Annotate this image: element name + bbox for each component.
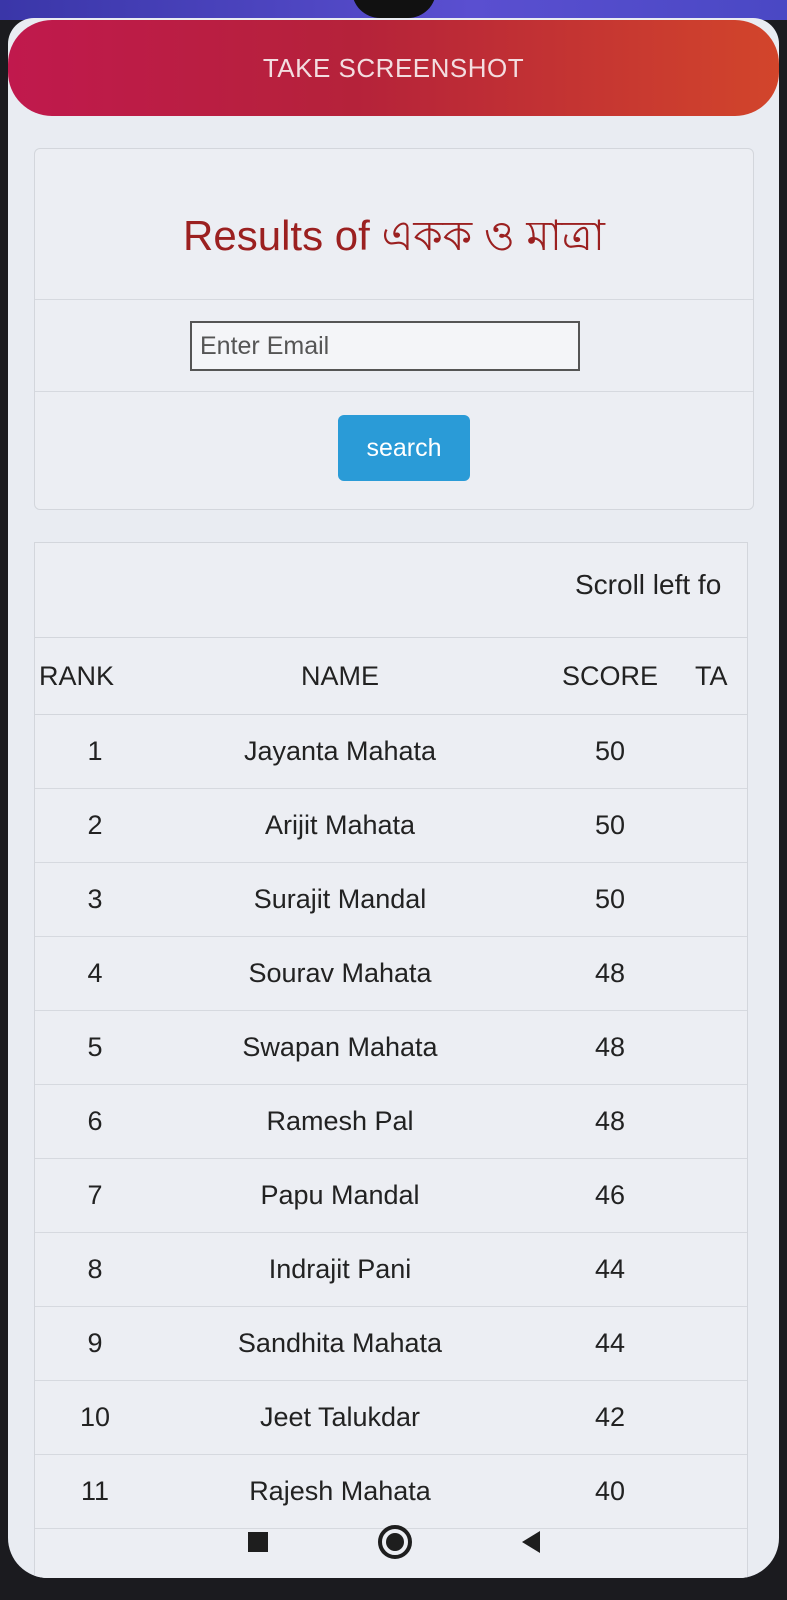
scroll-hint: Scroll left fo	[575, 569, 722, 600]
cell-name: Arijit Mahata	[264, 809, 416, 840]
table-row: 2 Arijit Mahata 50	[35, 788, 747, 863]
header-rank: RANK	[39, 660, 115, 691]
cell-rank: 2	[87, 809, 103, 840]
table-row: 10 Jeet Talukdar 42	[35, 1380, 747, 1455]
search-card: Results of একক ও মাত্রা search	[34, 148, 754, 510]
cell-name: Swapan Mahata	[242, 1031, 438, 1062]
header-score: SCORE	[561, 660, 659, 691]
cell-rank: 4	[87, 957, 103, 988]
cell-rank: 8	[87, 1253, 103, 1284]
cell-name: Sourav Mahata	[248, 957, 432, 988]
email-input[interactable]	[190, 321, 580, 371]
results-table[interactable]: Scroll left fo RANK NAME SCORE TA 1 Jayan…	[34, 542, 748, 1578]
back-triangle-icon[interactable]	[521, 1531, 540, 1553]
system-nav-bar	[8, 1506, 779, 1578]
table-row: 3 Surajit Mandal 50	[35, 862, 747, 937]
table-row: 5 Swapan Mahata 48	[35, 1010, 747, 1085]
cell-rank: 1	[87, 735, 103, 766]
cell-rank: 3	[87, 883, 103, 914]
recents-square-icon[interactable]	[247, 1532, 268, 1552]
cell-rank: 7	[87, 1179, 103, 1210]
cell-rank: 9	[87, 1327, 103, 1358]
app-screen: TAKE SCREENSHOT Results of একক ও মাত্রা …	[8, 18, 779, 1578]
header-name: NAME	[300, 660, 379, 691]
take-screenshot-button[interactable]: TAKE SCREENSHOT	[8, 20, 779, 116]
cell-name: Papu Mandal	[260, 1179, 420, 1210]
cell-score: 44	[594, 1327, 626, 1358]
cell-score: 42	[594, 1401, 626, 1432]
cell-name: Surajit Mandal	[253, 883, 427, 914]
cell-rank: 5	[87, 1031, 103, 1062]
cell-name: Jayanta Mahata	[243, 735, 437, 766]
cell-score: 48	[594, 1105, 626, 1136]
cell-name: Jeet Talukdar	[259, 1401, 421, 1432]
cell-score: 50	[594, 809, 626, 840]
table-row: 1 Jayanta Mahata 50	[35, 714, 747, 789]
cell-score: 46	[594, 1179, 626, 1210]
cell-name: Sandhita Mahata	[237, 1327, 443, 1358]
cell-score: 48	[594, 957, 626, 988]
cell-score: 44	[594, 1253, 626, 1284]
table-row: 8 Indrajit Pani 44	[35, 1232, 747, 1307]
cell-score: 48	[594, 1031, 626, 1062]
cell-name: Ramesh Pal	[266, 1105, 414, 1136]
cell-rank: 6	[87, 1105, 103, 1136]
table-row: 9 Sandhita Mahata 44	[35, 1306, 747, 1381]
page-title: Results of একক ও মাত্রা	[183, 212, 605, 259]
table-header: RANK NAME SCORE TA	[35, 637, 747, 715]
cell-score: 50	[594, 735, 626, 766]
search-button[interactable]: search	[338, 415, 470, 481]
table-row: 4 Sourav Mahata 48	[35, 936, 747, 1011]
header-ta: TA	[695, 660, 728, 691]
cell-name: Indrajit Pani	[268, 1253, 412, 1284]
table-row: 7 Papu Mandal 46	[35, 1158, 747, 1233]
cell-rank: 10	[79, 1401, 111, 1432]
table-row: 6 Ramesh Pal 48	[35, 1084, 747, 1159]
cell-score: 50	[594, 883, 626, 914]
home-circle-icon[interactable]	[377, 1525, 412, 1559]
